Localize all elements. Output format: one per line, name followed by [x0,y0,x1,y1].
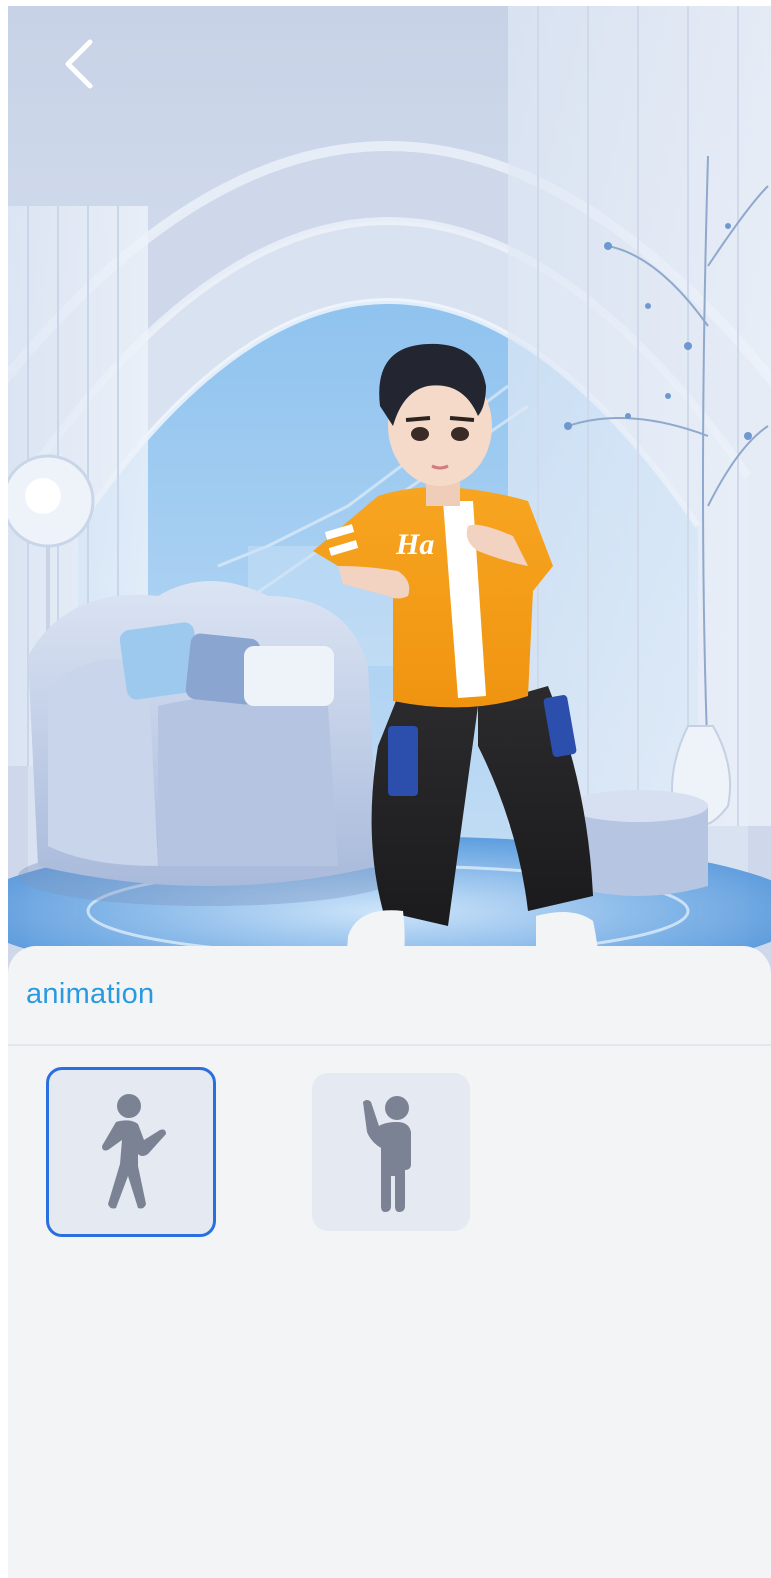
panel-title: animation [26,978,155,1010]
animation-tile-wave[interactable] [312,1073,470,1231]
avatar-scene-preview: Ha [8,6,771,1006]
animation-panel: animation [8,946,771,1578]
chevron-left-icon [65,39,93,89]
wave-pose-icon [363,1096,411,1212]
back-button[interactable] [56,28,106,98]
dance-pose-icon [102,1094,166,1209]
avatar-animation-screen: Ha animation [8,6,771,1578]
animation-tile-dance[interactable] [46,1067,216,1237]
svg-text:Ha: Ha [395,528,434,561]
divider [8,1044,771,1046]
